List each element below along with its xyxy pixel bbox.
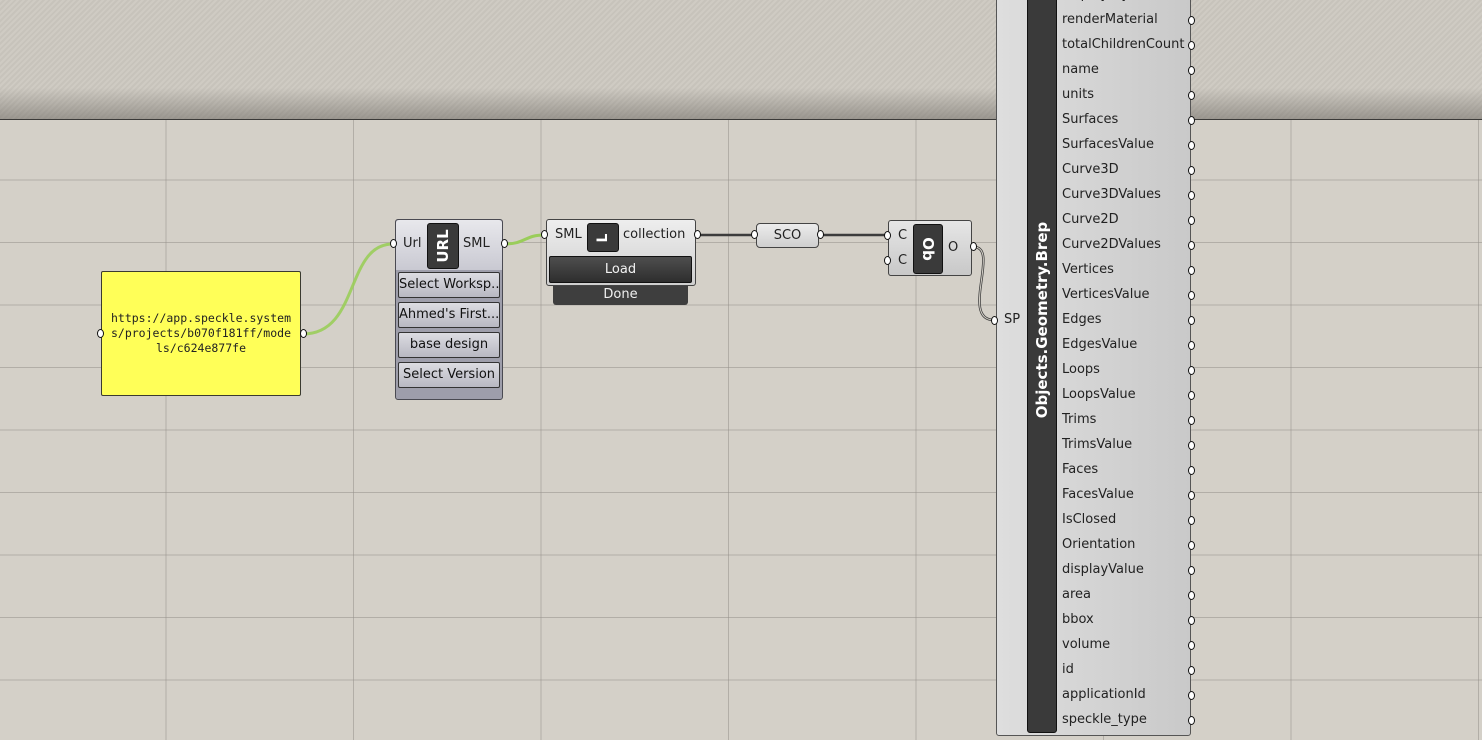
ob-output-label: O xyxy=(948,240,959,255)
load-icon: L xyxy=(587,223,619,252)
brep-output-trimsvalue: TrimsValue xyxy=(1062,437,1133,452)
brep-output-grip[interactable] xyxy=(1188,416,1195,425)
select-model-button[interactable]: base design xyxy=(398,332,500,358)
brep-output-grip[interactable] xyxy=(1188,591,1195,600)
speckle-url-component[interactable]: Url URL SML Select Worksp... Ahmed's Fir… xyxy=(395,219,503,400)
sco-input-grip[interactable] xyxy=(751,230,758,239)
brep-output-displaystyle: displayStyle xyxy=(1062,0,1141,3)
url-input-label: Url xyxy=(403,236,422,251)
brep-output-grip[interactable] xyxy=(1188,691,1195,700)
brep-output-bbox: bbox xyxy=(1062,612,1094,627)
object-component[interactable]: C C Ob O xyxy=(888,220,972,276)
text-panel[interactable]: https://app.speckle.systems/projects/b07… xyxy=(101,271,301,396)
brep-output-grip[interactable] xyxy=(1188,91,1195,100)
panel-input-grip[interactable] xyxy=(97,329,104,338)
brep-output-curve3dvalues: Curve3DValues xyxy=(1062,187,1161,202)
sco-parameter[interactable]: SCO xyxy=(756,223,819,248)
brep-output-loops: Loops xyxy=(1062,362,1100,377)
brep-output-grip[interactable] xyxy=(1188,366,1195,375)
brep-output-grip[interactable] xyxy=(1188,216,1195,225)
brep-title: Objects.Geometry.Brep xyxy=(1033,221,1051,419)
wire-ob-to-brep xyxy=(973,245,995,322)
brep-output-surfacesvalue: SurfacesValue xyxy=(1062,137,1154,152)
brep-output-faces: Faces xyxy=(1062,462,1099,477)
brep-output-grip[interactable] xyxy=(1188,166,1195,175)
brep-output-grip[interactable] xyxy=(1188,491,1195,500)
brep-output-grip[interactable] xyxy=(1188,466,1195,475)
select-project-button[interactable]: Ahmed's First... xyxy=(398,302,500,328)
brep-output-vertices: Vertices xyxy=(1062,262,1114,277)
brep-output-grip[interactable] xyxy=(1188,16,1195,25)
brep-output-grip[interactable] xyxy=(1188,341,1195,350)
brep-output-grip[interactable] xyxy=(1188,666,1195,675)
brep-output-rendermaterial: renderMaterial xyxy=(1062,12,1158,27)
brep-input-grip[interactable] xyxy=(991,316,998,325)
brep-output-grip[interactable] xyxy=(1188,716,1195,725)
brep-output-grip[interactable] xyxy=(1188,566,1195,575)
brep-output-facesvalue: FacesValue xyxy=(1062,487,1134,502)
brep-output-grip[interactable] xyxy=(1188,41,1195,50)
ob-input-grip-2[interactable] xyxy=(884,256,891,265)
select-workspace-button[interactable]: Select Worksp... xyxy=(398,272,500,298)
brep-output-loopsvalue: LoopsValue xyxy=(1062,387,1136,402)
url-icon: URL xyxy=(427,223,459,269)
brep-output-edges: Edges xyxy=(1062,312,1102,327)
ob-input-grip-1[interactable] xyxy=(884,231,891,240)
brep-output-grip[interactable] xyxy=(1188,641,1195,650)
ob-input-label-2: C xyxy=(898,253,908,268)
brep-output-name: name xyxy=(1062,62,1099,77)
brep-output-surfaces: Surfaces xyxy=(1062,112,1119,127)
brep-output-isclosed: IsClosed xyxy=(1062,512,1117,527)
ob-output-grip[interactable] xyxy=(970,242,977,251)
brep-output-edgesvalue: EdgesValue xyxy=(1062,337,1138,352)
brep-output-displayvalue: displayValue xyxy=(1062,562,1144,577)
panel-output-grip[interactable] xyxy=(300,329,307,338)
brep-output-units: units xyxy=(1062,87,1094,102)
brep-output-id: id xyxy=(1062,662,1074,677)
select-version-button[interactable]: Select Version xyxy=(398,362,500,388)
url-output-label: SML xyxy=(463,236,490,251)
brep-output-speckle-type: speckle_type xyxy=(1062,712,1147,727)
brep-output-orientation: Orientation xyxy=(1062,537,1136,552)
url-input-grip[interactable] xyxy=(390,239,397,248)
brep-output-applicationid: applicationId xyxy=(1062,687,1146,702)
wire-panel-to-url xyxy=(302,242,394,336)
brep-output-volume: volume xyxy=(1062,637,1111,652)
brep-output-grip[interactable] xyxy=(1188,616,1195,625)
brep-output-grip[interactable] xyxy=(1188,141,1195,150)
brep-input-label: SP xyxy=(1004,312,1021,327)
brep-output-grip[interactable] xyxy=(1188,266,1195,275)
load-button[interactable]: Load xyxy=(549,256,692,283)
brep-output-grip[interactable] xyxy=(1188,66,1195,75)
brep-output-grip[interactable] xyxy=(1188,516,1195,525)
brep-output-curve2d: Curve2D xyxy=(1062,212,1119,227)
brep-output-grip[interactable] xyxy=(1188,316,1195,325)
brep-output-grip[interactable] xyxy=(1188,241,1195,250)
brep-output-grip[interactable] xyxy=(1188,116,1195,125)
brep-output-grip[interactable] xyxy=(1188,391,1195,400)
brep-output-curve2dvalues: Curve2DValues xyxy=(1062,237,1161,252)
panel-url-text: https://app.speckle.systems/projects/b07… xyxy=(110,311,291,355)
brep-output-verticesvalue: VerticesValue xyxy=(1062,287,1150,302)
wire-url-to-load xyxy=(504,233,545,246)
load-output-grip[interactable] xyxy=(694,230,701,239)
brep-output-grip[interactable] xyxy=(1188,441,1195,450)
brep-output-area: area xyxy=(1062,587,1091,602)
sco-output-grip[interactable] xyxy=(817,230,824,239)
ob-input-label-1: C xyxy=(898,228,908,243)
url-output-grip[interactable] xyxy=(501,239,508,248)
load-status: Done xyxy=(553,286,688,305)
load-input-grip[interactable] xyxy=(541,230,548,239)
brep-output-totalchildrencount: totalChildrenCount xyxy=(1062,37,1185,52)
brep-output-grip[interactable] xyxy=(1188,191,1195,200)
brep-output-curve3d: Curve3D xyxy=(1062,162,1119,177)
brep-output-grip[interactable] xyxy=(1188,291,1195,300)
ob-icon: Ob xyxy=(913,224,943,274)
brep-output-grip[interactable] xyxy=(1188,541,1195,550)
load-output-label: collection xyxy=(623,227,686,242)
brep-output-trims: Trims xyxy=(1062,412,1097,427)
load-input-label: SML xyxy=(555,227,582,242)
